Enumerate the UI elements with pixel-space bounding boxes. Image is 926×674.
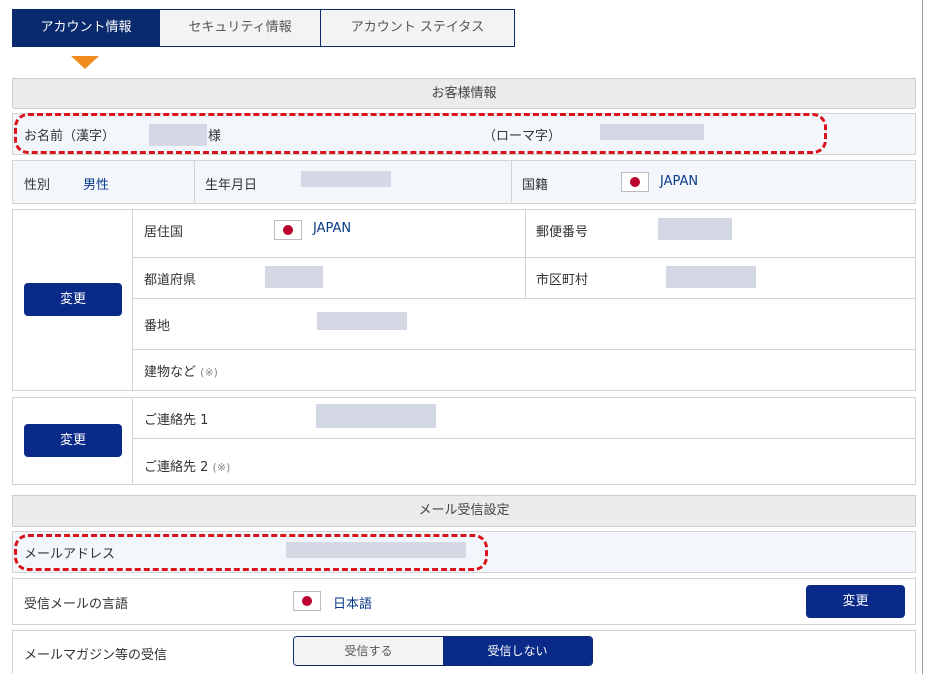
mail-section-header: メール受信設定 [12,495,916,527]
language-change-button[interactable]: 変更 [806,585,905,618]
nationality-label: 国籍 [522,178,549,193]
name-highlight-box [14,113,827,154]
postal-label: 郵便番号 [536,225,589,240]
birthdate-label: 生年月日 [205,178,258,193]
mail-section-title: メール受信設定 [13,496,915,527]
building-label: 建物など (※) [144,365,218,380]
tab-security-info[interactable]: セキュリティ情報 [160,9,321,47]
prefecture-label: 都道府県 [144,273,197,288]
customer-section-header: お客様情報 [12,78,916,109]
magazine-label: メールマガジン等の受信 [24,648,168,663]
nationality-value: JAPAN [660,174,699,189]
japan-flag-icon [621,172,649,192]
tab-account-info[interactable]: アカウント情報 [12,9,160,47]
street-label: 番地 [144,319,171,334]
contact2-label: ご連絡先 2 (※) [144,460,231,475]
residence-label: 居住国 [144,225,184,240]
receive-option[interactable]: 受信する [294,637,443,665]
postal-value-redacted [658,218,732,240]
gender-value: 男性 [83,178,110,193]
birthdate-value-redacted [301,171,391,187]
japan-flag-icon [274,220,302,240]
address-block: 変更 居住国 JAPAN 郵便番号 都道府県 市区町村 番地 建物など (※) [12,209,916,391]
residence-value: JAPAN [313,221,352,236]
contact1-label: ご連絡先 1 [144,413,209,428]
optional-note: (※) [212,461,231,474]
no-receive-option[interactable]: 受信しない [443,637,592,665]
contact-change-button[interactable]: 変更 [24,424,122,457]
language-row: 受信メールの言語 日本語 変更 [12,578,916,625]
city-label: 市区町村 [536,273,589,288]
tab-bar: アカウント情報 セキュリティ情報 アカウント ステイタス [12,9,515,47]
city-value-redacted [666,266,756,288]
street-value-redacted [317,312,407,330]
contact-block: 変更 ご連絡先 1 ご連絡先 2 (※) [12,397,916,485]
active-tab-arrow-icon [71,56,99,69]
optional-note: (※) [200,366,218,379]
customer-section-title: お客様情報 [13,79,915,109]
address-change-button[interactable]: 変更 [24,283,122,316]
gender-label: 性別 [24,178,51,193]
profile-row: 性別 男性 生年月日 国籍 JAPAN [12,160,916,204]
prefecture-value-redacted [265,266,323,288]
language-label: 受信メールの言語 [24,597,129,612]
magazine-toggle: 受信する 受信しない [293,636,593,666]
tab-account-status[interactable]: アカウント ステイタス [321,9,515,47]
language-value: 日本語 [333,597,373,612]
contact1-value-redacted [316,404,436,428]
email-highlight-box [14,534,488,571]
japan-flag-icon [293,591,321,611]
